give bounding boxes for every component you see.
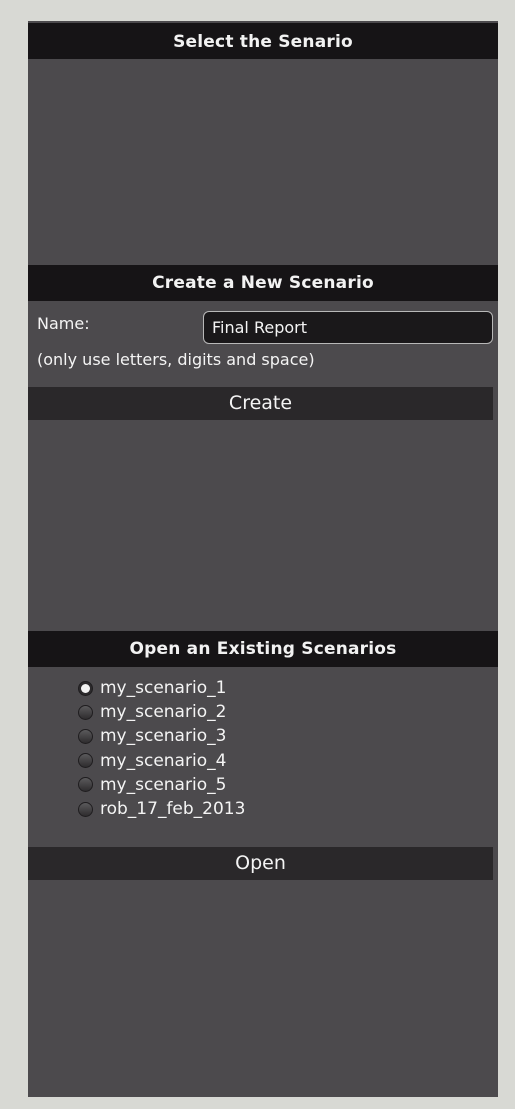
scenario-label: my_scenario_5 (100, 774, 227, 795)
scenario-option[interactable]: my_scenario_3 (78, 724, 378, 748)
name-label: Name: (37, 314, 90, 333)
scenario-label: my_scenario_4 (100, 750, 227, 771)
scenario-list: my_scenario_1 my_scenario_2 my_scenario_… (78, 676, 378, 821)
radio-button[interactable] (78, 728, 93, 744)
scenario-option[interactable]: my_scenario_2 (78, 700, 378, 724)
radio-button[interactable] (78, 777, 93, 793)
open-button[interactable]: Open (28, 847, 493, 880)
radio-button[interactable] (78, 801, 93, 817)
create-button[interactable]: Create (28, 387, 493, 420)
scenario-label: my_scenario_1 (100, 678, 227, 699)
scenario-label: rob_17_feb_2013 (100, 799, 246, 820)
name-hint: (only use letters, digits and space) (37, 350, 315, 369)
scenario-panel: Select the Senario Create a New Scenario… (28, 21, 498, 1097)
radio-button[interactable] (78, 680, 93, 696)
scenario-option[interactable]: my_scenario_5 (78, 773, 378, 797)
scenario-name-input[interactable] (203, 311, 493, 344)
radio-button[interactable] (78, 704, 93, 720)
scenario-option[interactable]: my_scenario_1 (78, 676, 378, 700)
scenario-label: my_scenario_2 (100, 702, 227, 723)
scenario-option[interactable]: rob_17_feb_2013 (78, 797, 378, 821)
radio-button[interactable] (78, 753, 93, 769)
open-scenario-header: Open an Existing Scenarios (28, 631, 498, 667)
select-scenario-header: Select the Senario (28, 23, 498, 59)
scenario-option[interactable]: my_scenario_4 (78, 749, 378, 773)
create-scenario-header: Create a New Scenario (28, 265, 498, 301)
scenario-label: my_scenario_3 (100, 726, 227, 747)
